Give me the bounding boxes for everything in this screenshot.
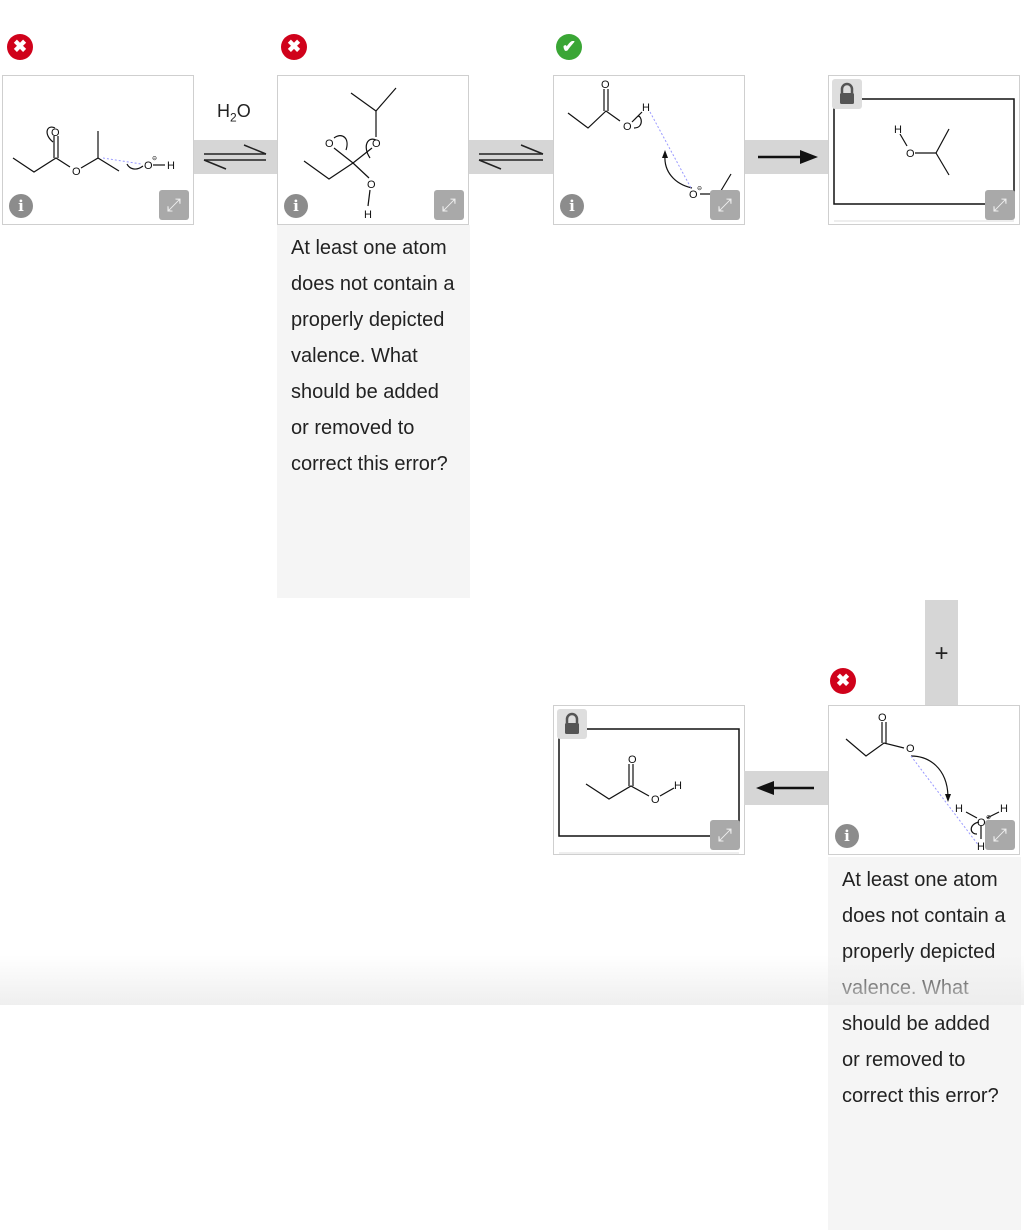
mechanism-step-4-canvas-locked[interactable]: O H ⤢: [828, 75, 1020, 225]
svg-text:H: H: [167, 160, 175, 172]
svg-text:H: H: [1000, 803, 1008, 815]
info-icon[interactable]: i: [835, 824, 859, 848]
expand-icon[interactable]: ⤢: [710, 820, 740, 850]
reagent-label: H2O: [217, 101, 251, 125]
info-icon[interactable]: i: [9, 194, 33, 218]
left-arrow-icon: [756, 781, 814, 795]
reverse-arrow-connector[interactable]: [744, 771, 828, 805]
equilibrium-connector[interactable]: [469, 140, 553, 174]
mechanism-step-5-canvas[interactable]: O O O ⊕ H H H i ⤢: [828, 705, 1020, 855]
plus-label: +: [934, 640, 949, 667]
mechanism-step-2-canvas[interactable]: O O O H i ⤢: [277, 75, 469, 225]
svg-text:O: O: [906, 743, 915, 755]
correct-status-icon: ✔: [556, 34, 582, 60]
svg-text:O: O: [325, 138, 334, 150]
right-arrow-icon: [758, 150, 818, 164]
svg-text:H: H: [364, 209, 372, 221]
plus-connector[interactable]: +: [925, 600, 958, 705]
equilibrium-connector[interactable]: [194, 140, 277, 174]
expand-icon[interactable]: ⤢: [434, 190, 464, 220]
svg-text:O: O: [72, 166, 81, 178]
svg-text:H: H: [977, 841, 985, 853]
lock-icon: [832, 79, 862, 109]
equilibrium-arrows-icon: [203, 144, 267, 170]
scroll-fade: [0, 955, 1024, 1005]
equilibrium-arrows-icon: [478, 144, 544, 170]
mechanism-step-6-canvas-locked[interactable]: O O H ⤢: [553, 705, 745, 855]
forward-arrow-connector[interactable]: [744, 140, 828, 174]
incorrect-status-icon: ✖: [7, 34, 33, 60]
lock-icon: [557, 709, 587, 739]
svg-text:O: O: [372, 138, 381, 150]
svg-text:H: H: [642, 102, 650, 114]
mechanism-step-3-canvas[interactable]: O O H O ⊖ i ⤢: [553, 75, 745, 225]
expand-icon[interactable]: ⤢: [710, 190, 740, 220]
error-feedback-message: At least one atom does not contain a pro…: [277, 225, 470, 598]
expand-icon[interactable]: ⤢: [159, 190, 189, 220]
incorrect-status-icon: ✖: [281, 34, 307, 60]
expand-icon[interactable]: ⤢: [985, 190, 1015, 220]
info-icon[interactable]: i: [560, 194, 584, 218]
svg-text:O: O: [878, 712, 887, 724]
svg-text:⊖: ⊖: [152, 156, 157, 162]
info-icon[interactable]: i: [284, 194, 308, 218]
svg-text:⊖: ⊖: [697, 186, 702, 192]
mechanism-step-1-canvas[interactable]: O O O ⊖ H i ⤢: [2, 75, 194, 225]
incorrect-status-icon: ✖: [830, 668, 856, 694]
svg-text:O: O: [51, 127, 60, 139]
svg-text:H: H: [955, 803, 963, 815]
svg-text:O: O: [601, 79, 610, 91]
error-feedback-message: At least one atom does not contain a pro…: [828, 857, 1021, 1230]
svg-text:O: O: [623, 121, 632, 133]
expand-icon[interactable]: ⤢: [985, 820, 1015, 850]
svg-text:O: O: [367, 179, 376, 191]
